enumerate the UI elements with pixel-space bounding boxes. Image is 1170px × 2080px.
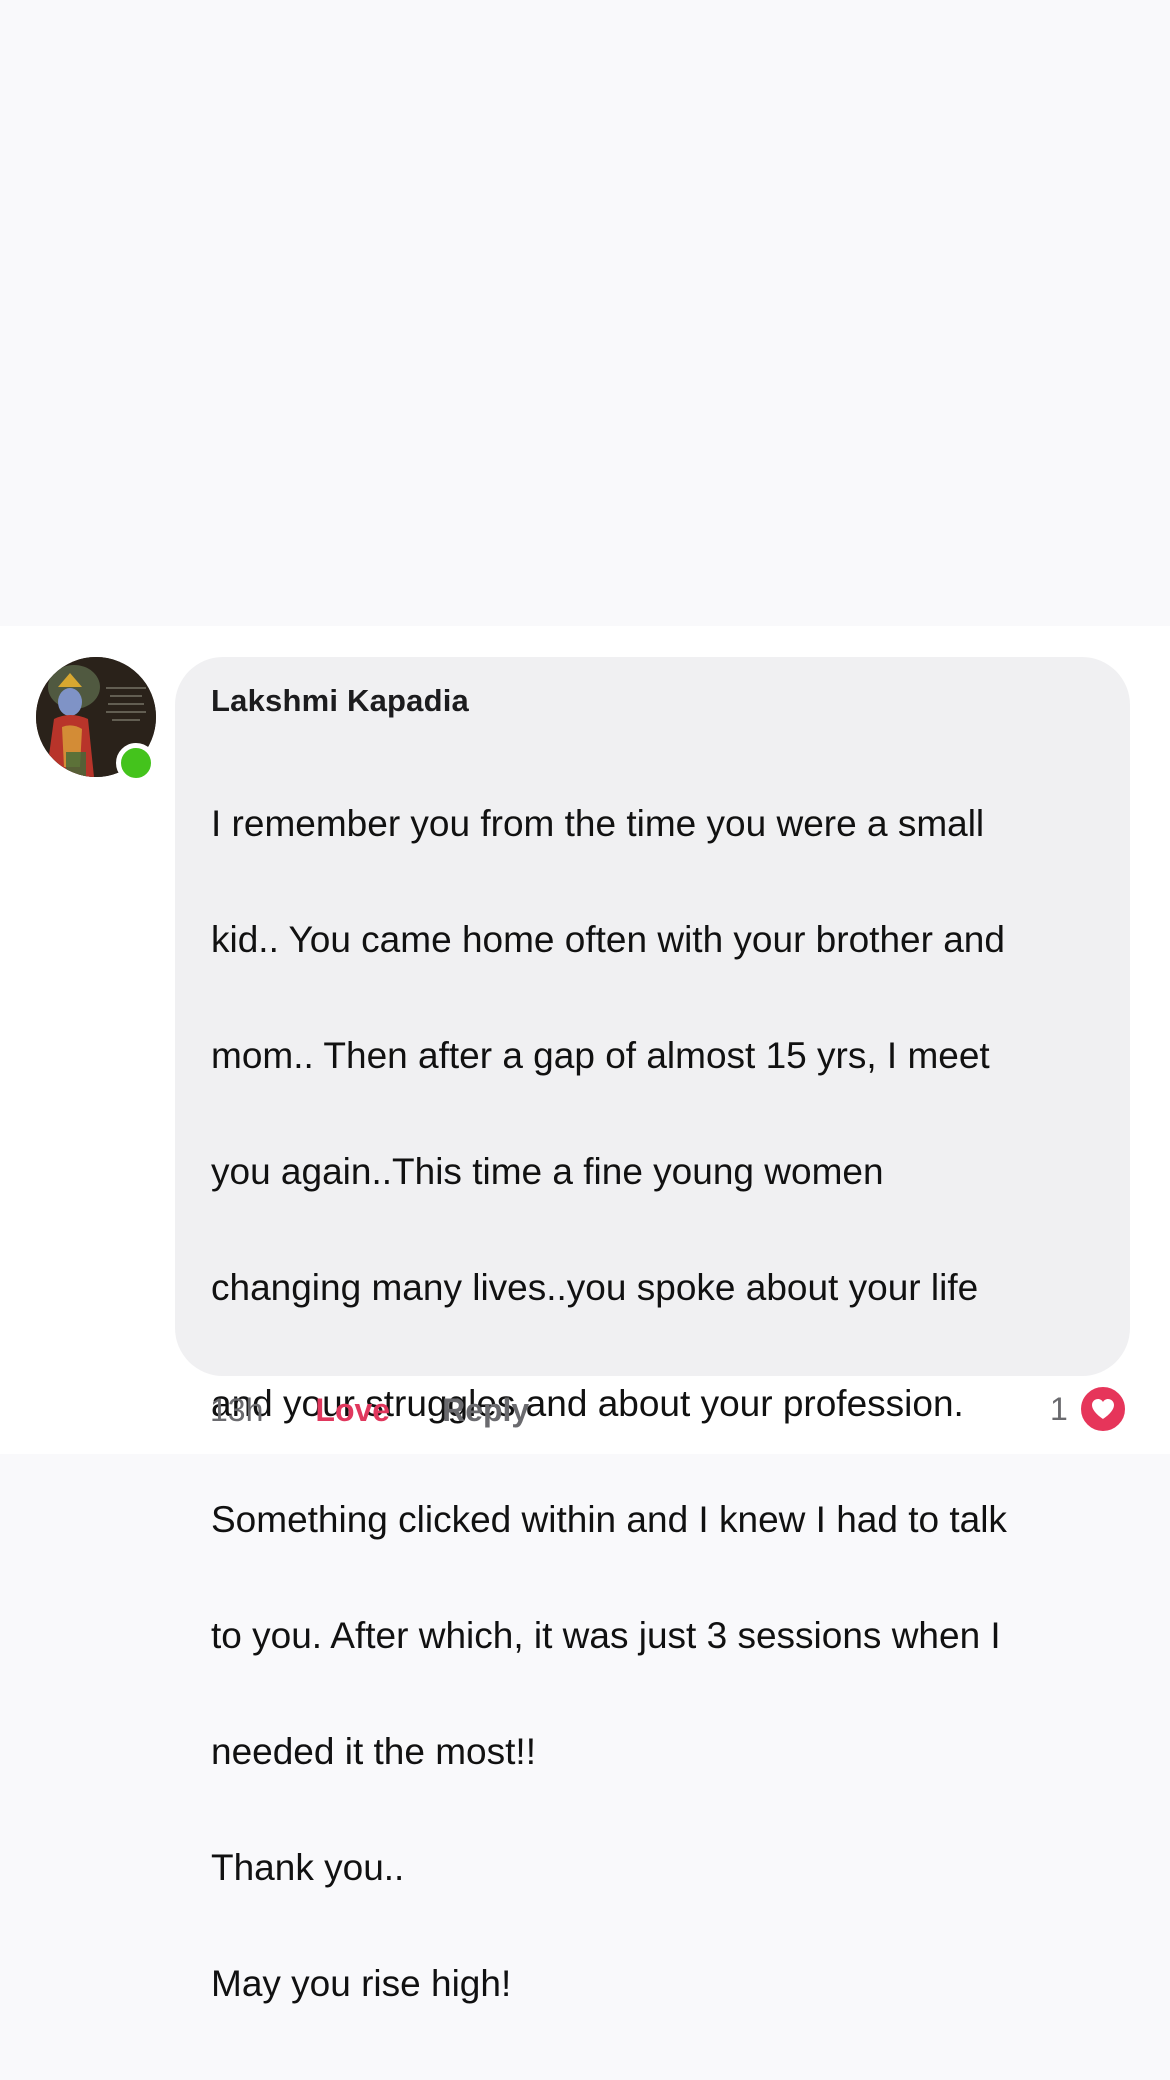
comment-line: to you. After which, it was just 3 sessi…: [211, 1615, 1001, 1656]
comment-actions: 13h Love Reply: [210, 1388, 529, 1432]
comment-line: Thank you..: [211, 1847, 405, 1888]
heart-icon: [1077, 1384, 1128, 1434]
comment-line: I remember you from the time you were a …: [211, 803, 985, 844]
reaction-count: 1: [1050, 1390, 1068, 1427]
comment-timestamp[interactable]: 13h: [210, 1392, 263, 1429]
reaction-summary[interactable]: 1: [1050, 1382, 1128, 1436]
reply-button[interactable]: Reply: [442, 1392, 529, 1429]
comment-bubble[interactable]: Lakshmi Kapadia I remember you from the …: [175, 657, 1130, 2004]
comment-line: changing many lives..you spoke about you…: [211, 1267, 979, 1308]
comment-line: needed it the most!!: [211, 1731, 536, 1772]
comment-line: you again..This time a fine young women: [211, 1151, 884, 1192]
comment-line: mom.. Then after a gap of almost 15 yrs,…: [211, 1035, 990, 1076]
page: Lakshmi Kapadia I remember you from the …: [0, 0, 1170, 2080]
avatar-wrapper[interactable]: [36, 657, 156, 783]
online-status-dot: [116, 743, 156, 783]
love-button[interactable]: Love: [315, 1392, 390, 1429]
comment-author[interactable]: Lakshmi Kapadia: [211, 681, 1094, 725]
comment-line: May you rise high!: [211, 1963, 512, 2004]
comment-line: Something clicked within and I knew I ha…: [211, 1499, 1007, 1540]
comment-line: kid.. You came home often with your brot…: [211, 919, 1005, 960]
